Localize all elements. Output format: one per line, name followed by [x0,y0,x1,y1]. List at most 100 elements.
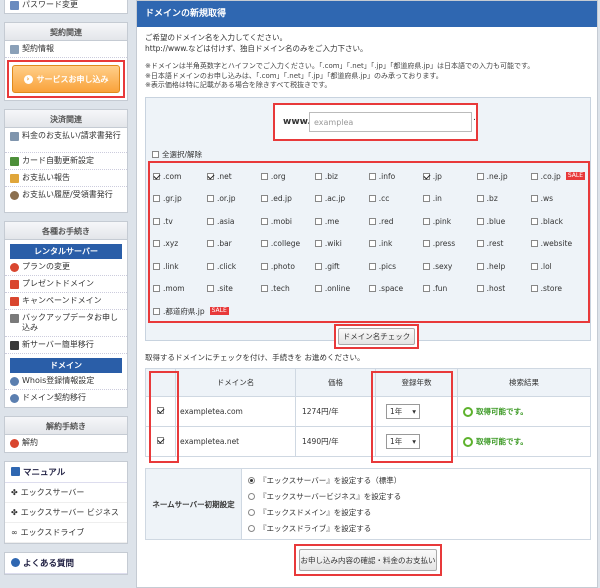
tld-checkbox[interactable] [368,262,376,270]
tld-checkbox[interactable] [206,285,214,293]
radio-button[interactable] [248,524,255,532]
tld-option[interactable]: .blue [476,210,531,233]
tld-checkbox[interactable] [530,217,538,225]
tld-checkbox[interactable] [422,195,430,203]
tld-checkbox[interactable] [530,285,538,293]
period-select[interactable]: 1年 ▾ [386,404,420,419]
tld-checkbox[interactable] [530,195,538,203]
result-checkbox[interactable] [157,407,164,414]
tld-checkbox[interactable] [314,217,322,225]
tld-option[interactable]: .press [422,233,477,256]
tld-option[interactable]: .都道府県.jp SALE [153,300,261,323]
tld-option[interactable]: .tech [260,278,315,301]
tld-option[interactable]: .help [476,255,531,278]
tld-checkbox[interactable] [368,285,376,293]
tld-option[interactable]: .wiki [314,233,369,256]
tld-option[interactable]: .com [153,165,207,188]
select-all-checkbox[interactable] [152,151,159,158]
sidebar-item-cancel[interactable]: 解約 [5,435,127,452]
tld-checkbox[interactable] [206,172,214,180]
tld-checkbox[interactable] [153,262,160,270]
tld-checkbox[interactable] [260,285,268,293]
tld-option[interactable]: .rest [476,233,531,256]
tld-checkbox[interactable] [206,240,214,248]
tld-option[interactable]: .biz [314,165,369,188]
tld-checkbox[interactable] [422,172,430,180]
sidebar-item-present-domain[interactable]: プレゼントドメイン [5,276,127,293]
manual-item-xserver-business[interactable]: ✤ エックスサーバー ビジネス [5,503,127,523]
tld-option[interactable]: .ne.jp [476,165,531,188]
confirm-and-pay-button[interactable]: お申し込み内容の確認・料金のお支払い [299,549,437,571]
tld-checkbox[interactable] [530,172,538,180]
tld-option[interactable]: .gift [314,255,369,278]
tld-option[interactable]: .mobi [260,210,315,233]
sidebar-item-domain-transfer[interactable]: ドメイン契約移行 [5,390,127,407]
tld-checkbox[interactable] [153,240,160,248]
tld-option[interactable]: .asia [206,210,261,233]
tld-option[interactable]: .jp [422,165,477,188]
tld-checkbox[interactable] [153,307,160,315]
tld-option[interactable]: .click [206,255,261,278]
tld-checkbox[interactable] [206,217,214,225]
tld-checkbox[interactable] [422,217,430,225]
tld-checkbox[interactable] [476,172,484,180]
tld-checkbox[interactable] [260,195,268,203]
radio-button[interactable] [248,508,255,516]
tld-checkbox[interactable] [314,285,322,293]
tld-option[interactable]: .online [314,278,369,301]
tld-option[interactable]: .photo [260,255,315,278]
result-checkbox[interactable] [157,437,164,444]
tld-checkbox[interactable] [368,240,376,248]
tld-checkbox[interactable] [422,285,430,293]
tld-checkbox[interactable] [476,240,484,248]
tld-option[interactable]: .sexy [422,255,477,278]
sidebar-faq-box[interactable]: よくある質問 [4,552,128,575]
sidebar-item-payment-history[interactable]: お支払い履歴/受領書発行 [5,187,127,212]
tld-option[interactable]: .in [422,188,477,211]
tld-option[interactable]: .ac.jp [314,188,369,211]
tld-checkbox[interactable] [153,285,160,293]
sidebar-item-backup[interactable]: バックアップデータお申し込み [5,310,127,337]
tld-checkbox[interactable] [314,172,322,180]
radio-button[interactable] [248,492,255,500]
tld-option[interactable]: .co.jp SALE [530,165,585,188]
tld-option[interactable]: .pink [422,210,477,233]
sidebar-item-whois[interactable]: Whois登録情報設定 [5,373,127,390]
nameserver-option-xdrive[interactable]: 『エックスドライブ』を設定する [242,520,590,536]
tld-checkbox[interactable] [368,172,376,180]
nameserver-option-xserver-business[interactable]: 『エックスサーバービジネス』を設定する [242,488,590,504]
tld-checkbox[interactable] [260,240,268,248]
tld-option[interactable]: .info [368,165,423,188]
tld-option[interactable]: .college [260,233,315,256]
sidebar-item-payment[interactable]: 料金のお支払い/請求書発行 [5,128,127,153]
tld-option[interactable]: .link [153,255,207,278]
tld-checkbox[interactable] [314,195,322,203]
tld-option[interactable]: .cc [368,188,423,211]
nameserver-option-xdomain[interactable]: 『エックスドメイン』を設定する [242,504,590,520]
tld-option[interactable]: .or.jp [206,188,261,211]
tld-checkbox[interactable] [206,262,214,270]
tld-option[interactable]: .gr.jp [153,188,207,211]
radio-button[interactable] [248,476,255,484]
period-select[interactable]: 1年 ▾ [386,434,420,449]
tld-checkbox[interactable] [314,240,322,248]
sidebar-item-campaign-domain[interactable]: キャンペーンドメイン [5,293,127,310]
sidebar-item-contract-info[interactable]: 契約情報 [5,41,127,58]
tld-option[interactable]: .site [206,278,261,301]
tld-option[interactable]: .bz [476,188,531,211]
tld-checkbox[interactable] [368,195,376,203]
tld-option[interactable]: .org [260,165,315,188]
tld-option[interactable]: .ed.jp [260,188,315,211]
manual-item-xserver[interactable]: ✤ エックスサーバー [5,483,127,503]
tld-checkbox[interactable] [368,217,376,225]
tld-checkbox[interactable] [422,262,430,270]
tld-option[interactable]: .website [530,233,585,256]
tld-option[interactable]: .pics [368,255,423,278]
tld-option[interactable]: .host [476,278,531,301]
domain-check-button[interactable]: ドメイン名チェック [338,328,415,345]
tld-checkbox[interactable] [476,195,484,203]
sidebar-item-server-migration[interactable]: 新サーバー簡単移行 [5,337,127,354]
tld-option[interactable]: .fun [422,278,477,301]
tld-option[interactable]: .ink [368,233,423,256]
tld-checkbox[interactable] [153,217,160,225]
